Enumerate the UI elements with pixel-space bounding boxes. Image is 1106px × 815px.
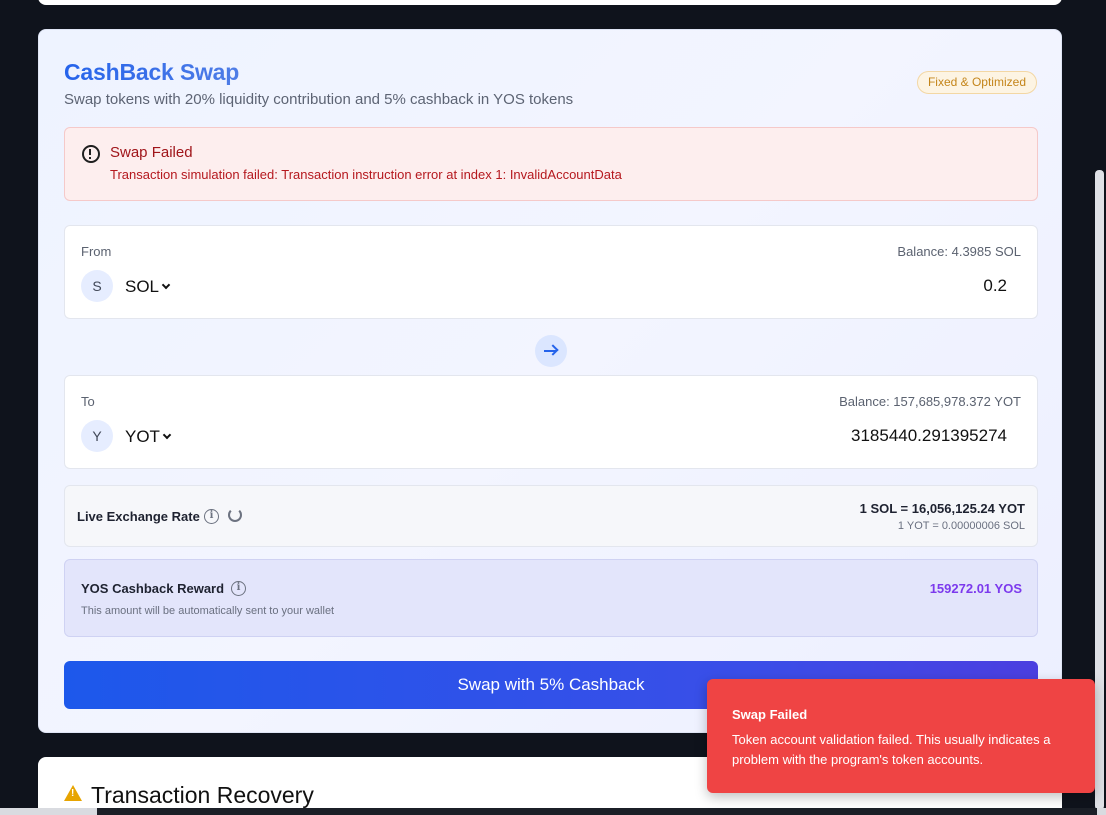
info-icon[interactable]: i — [231, 581, 246, 596]
warning-triangle-icon — [64, 785, 82, 801]
cashback-label: YOS Cashback Reward — [81, 581, 225, 596]
to-balance: Balance: 157,685,978.372 YOT — [839, 394, 1021, 409]
alert-circle-icon — [82, 145, 100, 163]
cashback-reward-panel: YOS Cashback Reward i This amount will b… — [64, 559, 1038, 637]
to-amount-output: 3185440.291395274 — [851, 426, 1007, 445]
swap-subtitle: Swap tokens with 20% liquidity contribut… — [64, 91, 574, 108]
rate-inverse: 1 YOT = 0.00000006 SOL — [897, 520, 1025, 532]
refresh-icon[interactable] — [228, 508, 242, 522]
rate-label: Live Exchange Rate — [77, 509, 200, 524]
from-label: From — [81, 244, 112, 259]
from-amount-input[interactable]: 0.2 — [983, 276, 1007, 296]
previous-card — [38, 0, 1062, 5]
status-badge: Fixed & Optimized — [916, 71, 1037, 94]
from-token-symbol: SOL — [125, 277, 160, 296]
to-label: To — [81, 394, 95, 409]
cashback-swap-card: CashBack Swap Swap tokens with 20% liqui… — [38, 29, 1062, 733]
toast-message: Token account validation failed. This us… — [732, 732, 1051, 767]
error-title: Swap Failed — [110, 144, 193, 161]
swap-title: CashBack Swap — [64, 59, 240, 85]
recovery-title: Transaction Recovery — [91, 782, 314, 808]
to-token-select[interactable]: YOT — [125, 427, 172, 447]
swap-direction-button[interactable] — [535, 335, 567, 367]
scrollbar-thumb[interactable] — [1095, 170, 1104, 810]
horizontal-scrollbar-thumb[interactable] — [97, 808, 1097, 815]
cashback-note: This amount will be automatically sent t… — [81, 605, 335, 617]
from-balance: Balance: 4.3985 SOL — [897, 244, 1021, 259]
to-token-panel: To Balance: 157,685,978.372 YOT Y YOT 31… — [64, 375, 1038, 469]
from-token-panel: From Balance: 4.3985 SOL S SOL 0.2 — [64, 225, 1038, 319]
to-token-avatar: Y — [81, 420, 113, 452]
from-token-avatar: S — [81, 270, 113, 302]
chevron-down-icon — [162, 430, 172, 440]
info-icon[interactable]: i — [204, 509, 219, 524]
from-token-select[interactable]: SOL — [125, 277, 171, 297]
toast-title: Swap Failed — [732, 707, 808, 722]
error-toast[interactable]: Swap Failed Token account validation fai… — [707, 679, 1095, 793]
error-alert: Swap Failed Transaction simulation faile… — [64, 127, 1038, 201]
exchange-rate-panel: Live Exchange Rate i 1 SOL = 16,056,125.… — [64, 485, 1038, 547]
chevron-down-icon — [161, 280, 171, 290]
error-message: Transaction simulation failed: Transacti… — [110, 167, 622, 182]
rate-main: 1 SOL = 16,056,125.24 YOT — [859, 501, 1025, 516]
to-token-symbol: YOT — [125, 427, 160, 446]
cashback-value: 159272.01 YOS — [929, 581, 1022, 596]
